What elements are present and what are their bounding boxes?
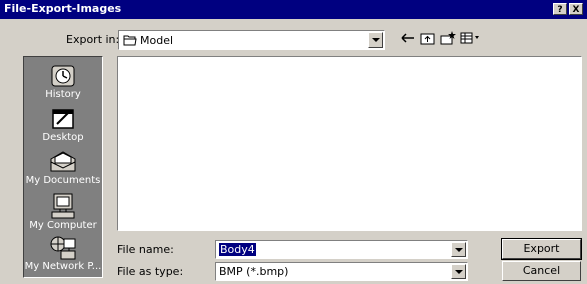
place-label: Desktop: [42, 132, 84, 143]
file-list[interactable]: [117, 56, 582, 231]
export-in-dropdown-arrow[interactable]: [368, 32, 383, 48]
place-history[interactable]: History: [24, 63, 102, 100]
folder-icon: [123, 35, 137, 46]
place-my-documents[interactable]: My Documents: [24, 149, 102, 186]
place-desktop[interactable]: Desktop: [24, 106, 102, 143]
file-type-value: BMP (*.bmp): [219, 265, 289, 278]
place-label: History: [45, 89, 81, 100]
export-in-label: Export in:: [66, 33, 120, 46]
place-label: My Computer: [29, 220, 97, 231]
window-title: File-Export-Images: [4, 2, 122, 15]
file-name-combo[interactable]: Body4: [215, 240, 468, 259]
place-label: My Network P...: [24, 261, 102, 272]
my-documents-icon: [50, 151, 76, 172]
place-label: My Documents: [25, 175, 101, 186]
file-type-label: File as type:: [117, 265, 184, 278]
my-computer-icon: [51, 193, 75, 219]
file-name-dropdown-arrow[interactable]: [451, 242, 466, 257]
file-name-value[interactable]: Body4: [219, 243, 256, 256]
place-my-computer[interactable]: My Computer: [24, 192, 102, 231]
history-icon: [51, 65, 75, 87]
network-places-icon: [50, 236, 76, 260]
help-button[interactable]: ?: [553, 3, 567, 15]
export-in-combo[interactable]: Model: [118, 30, 385, 50]
desktop-icon: [52, 109, 74, 129]
file-type-dropdown-arrow[interactable]: [451, 264, 466, 279]
view-menu-icon[interactable]: [459, 30, 481, 46]
up-folder-icon[interactable]: [419, 30, 437, 46]
close-button[interactable]: X: [569, 3, 583, 15]
new-folder-icon[interactable]: [439, 30, 457, 46]
export-in-value: Model: [140, 34, 174, 47]
place-my-network[interactable]: My Network P...: [24, 235, 102, 272]
export-button[interactable]: Export: [501, 238, 582, 260]
back-arrow-icon[interactable]: [399, 30, 417, 46]
file-name-label: File name:: [117, 243, 174, 256]
places-bar: History Desktop My Documents My Computer: [23, 56, 103, 278]
cancel-button[interactable]: Cancel: [502, 261, 581, 281]
title-bar: File-Export-Images ? X: [0, 0, 587, 19]
file-type-combo[interactable]: BMP (*.bmp): [215, 262, 468, 281]
